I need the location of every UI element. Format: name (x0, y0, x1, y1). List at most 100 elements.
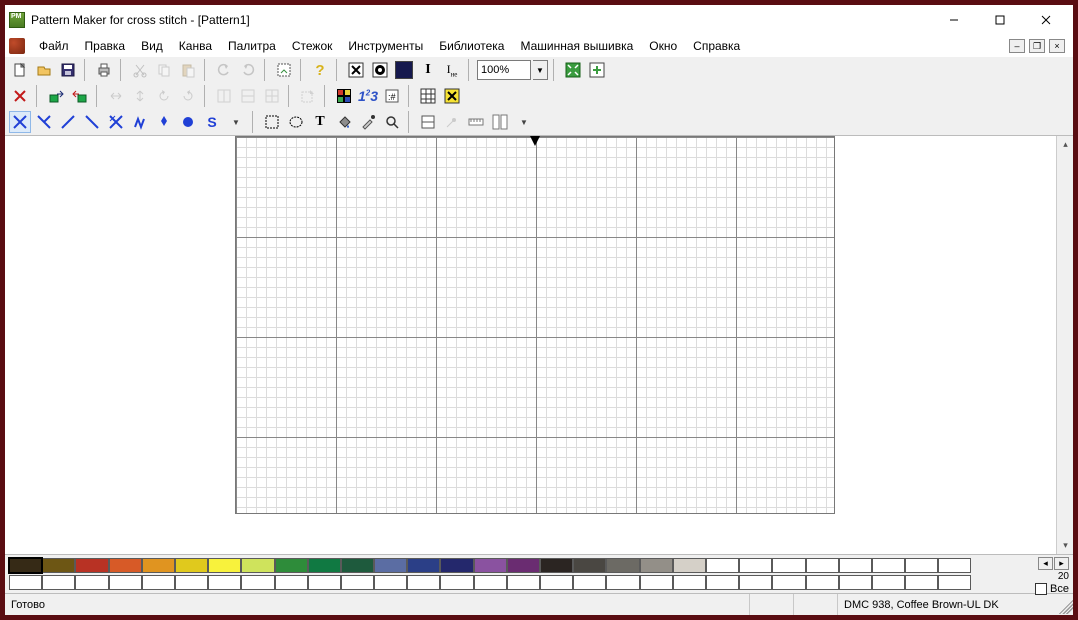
menu-view[interactable]: Вид (133, 37, 171, 55)
palette-empty-swatch[interactable] (407, 575, 440, 590)
new-button[interactable] (9, 59, 31, 81)
copy-button[interactable] (153, 59, 175, 81)
vertical-scrollbar[interactable]: ▴ ▾ (1056, 136, 1073, 554)
pattern-grid[interactable] (235, 136, 835, 514)
preview-toggle[interactable] (273, 59, 295, 81)
palette-empty-swatch[interactable] (507, 575, 540, 590)
print-button[interactable] (93, 59, 115, 81)
palette-swatch[interactable] (573, 558, 606, 573)
open-button[interactable] (33, 59, 55, 81)
palette-swatch[interactable] (606, 558, 639, 573)
palette-swatch[interactable] (706, 558, 739, 573)
flip-v[interactable] (129, 85, 151, 107)
palette-swatch[interactable] (208, 558, 241, 573)
palette-empty-swatch[interactable] (905, 575, 938, 590)
cut-button[interactable] (129, 59, 151, 81)
palette-empty-swatch[interactable] (440, 575, 473, 590)
palette-empty-swatch[interactable] (772, 575, 805, 590)
select-lasso[interactable] (285, 111, 307, 133)
palette-swatch[interactable] (507, 558, 540, 573)
view-info2[interactable]: Iне (441, 59, 463, 81)
palette-swatch[interactable] (640, 558, 673, 573)
menu-edit[interactable]: Правка (77, 37, 134, 55)
palette-swatch[interactable] (42, 558, 75, 573)
palette-empty-swatch[interactable] (474, 575, 507, 590)
palette-swatch[interactable] (175, 558, 208, 573)
view-symbols[interactable] (345, 59, 367, 81)
palette-scroll-right[interactable]: ▸ (1054, 557, 1069, 570)
palette-empty-swatch[interactable] (673, 575, 706, 590)
palette-empty-swatch[interactable] (341, 575, 374, 590)
palette-empty-swatch[interactable] (374, 575, 407, 590)
palette-empty-swatch[interactable] (806, 575, 839, 590)
menu-window[interactable]: Окно (641, 37, 685, 55)
palette-swatch[interactable] (474, 558, 507, 573)
palette-swatch[interactable] (9, 558, 42, 573)
highlight-toggle[interactable] (441, 85, 463, 107)
mdi-minimize[interactable]: – (1009, 39, 1025, 53)
menu-canvas[interactable]: Канва (171, 37, 220, 55)
library-in[interactable] (45, 85, 67, 107)
center-h[interactable] (213, 85, 235, 107)
tool-special[interactable]: S (201, 111, 223, 133)
scroll-down-icon[interactable]: ▾ (1057, 537, 1073, 554)
tool-half-stitch[interactable] (33, 111, 55, 133)
view-solid[interactable] (393, 59, 415, 81)
fill-tool[interactable] (333, 111, 355, 133)
tool-full-stitch[interactable] (9, 111, 31, 133)
redo-button[interactable] (237, 59, 259, 81)
palette-empty-swatch[interactable] (109, 575, 142, 590)
palette-swatch[interactable] (241, 558, 274, 573)
text-tool[interactable]: T (309, 111, 331, 133)
palette-empty-swatch[interactable] (938, 575, 971, 590)
palette-scroll-left[interactable]: ◂ (1038, 557, 1053, 570)
palette-swatch[interactable] (308, 558, 341, 573)
tool-quarter[interactable] (57, 111, 79, 133)
tool-bead[interactable] (177, 111, 199, 133)
grid-toggle[interactable] (417, 85, 439, 107)
tool-special-dd[interactable]: ▼ (225, 111, 247, 133)
mdi-restore[interactable]: ❐ (1029, 39, 1045, 53)
palette-swatch[interactable] (109, 558, 142, 573)
minimize-button[interactable] (931, 6, 977, 35)
center-v[interactable] (237, 85, 259, 107)
select-rect[interactable] (261, 111, 283, 133)
palette-swatch[interactable] (673, 558, 706, 573)
eyedropper-tool[interactable] (357, 111, 379, 133)
palette-swatch[interactable] (275, 558, 308, 573)
palette-empty-swatch[interactable] (9, 575, 42, 590)
symbols-dlg[interactable]: :# (381, 85, 403, 107)
save-button[interactable] (57, 59, 79, 81)
palette-swatch[interactable] (938, 558, 971, 573)
palette-empty-swatch[interactable] (706, 575, 739, 590)
palette-empty-swatch[interactable] (540, 575, 573, 590)
palette-swatch[interactable] (374, 558, 407, 573)
paste-button[interactable] (177, 59, 199, 81)
palette-empty-swatch[interactable] (606, 575, 639, 590)
center-both[interactable] (261, 85, 283, 107)
menu-stitch[interactable]: Стежок (284, 37, 341, 55)
menu-library[interactable]: Библиотека (431, 37, 512, 55)
zoom-tool[interactable] (381, 111, 403, 133)
palette-swatch[interactable] (142, 558, 175, 573)
library-out[interactable] (69, 85, 91, 107)
rotate-right[interactable] (177, 85, 199, 107)
palette-empty-swatch[interactable] (739, 575, 772, 590)
palette-swatch[interactable] (905, 558, 938, 573)
palette-swatch[interactable] (440, 558, 473, 573)
rotate-left[interactable] (153, 85, 175, 107)
color-palette[interactable] (333, 85, 355, 107)
palette-swatch[interactable] (806, 558, 839, 573)
canvas[interactable] (5, 136, 1056, 554)
palette-empty-swatch[interactable] (208, 575, 241, 590)
flip-h[interactable] (105, 85, 127, 107)
mdi-close[interactable]: × (1049, 39, 1065, 53)
palette-swatch[interactable] (872, 558, 905, 573)
menu-embroidery[interactable]: Машинная вышивка (512, 37, 641, 55)
ruler-h[interactable] (465, 111, 487, 133)
ruler-v[interactable] (489, 111, 511, 133)
layers-button[interactable] (417, 111, 439, 133)
ruler-dd[interactable]: ▼ (513, 111, 535, 133)
stitch-count[interactable]: 123 (357, 85, 379, 107)
palette-empty-swatch[interactable] (275, 575, 308, 590)
